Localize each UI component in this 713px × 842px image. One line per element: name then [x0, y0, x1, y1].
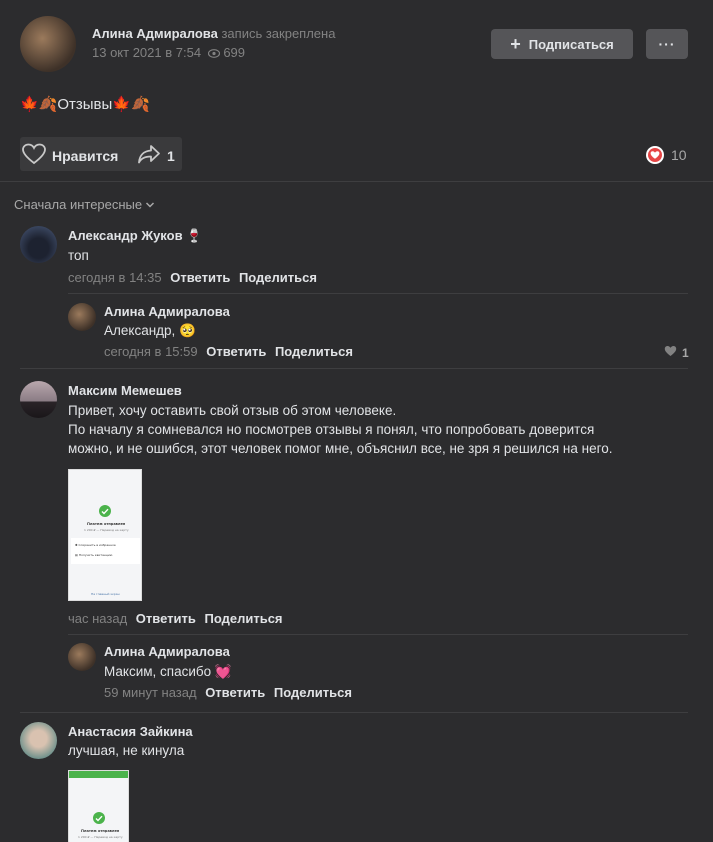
- sort-label: Сначала интересные: [14, 197, 143, 212]
- receipt-icon: ▤: [75, 553, 78, 557]
- reply-divider: [68, 293, 688, 294]
- attachment-subtitle: 1 200 ₽ — Перевод на карту: [84, 528, 129, 532]
- attachment-row-1: ✱ Сохранить в избранное: [75, 543, 116, 547]
- like-label: Нравится: [52, 147, 119, 164]
- reactions-count: 10: [671, 147, 687, 163]
- post-author-line: Алина Адмиралова запись закреплена: [92, 26, 335, 41]
- post-meta: 13 окт 2021 в 7:54 699: [92, 45, 245, 61]
- comment-author-name[interactable]: Анастасия Зайкина: [68, 724, 193, 739]
- comment-footer: час назад Ответить Поделиться: [68, 611, 283, 626]
- plus-icon: +: [510, 34, 521, 54]
- comment-author-line: Александр Жуков 🍷: [68, 228, 202, 244]
- reply-button[interactable]: Ответить: [205, 685, 265, 700]
- subscribe-label: Подписаться: [528, 36, 614, 52]
- reply-time[interactable]: сегодня в 15:59: [104, 344, 198, 359]
- heart-outline-icon: [22, 143, 46, 168]
- more-icon: ···: [658, 36, 676, 52]
- post-divider: [0, 181, 713, 182]
- post-author-name[interactable]: Алина Адмиралова: [92, 26, 218, 41]
- chevron-down-icon: [145, 197, 155, 212]
- more-options-button[interactable]: ···: [646, 29, 688, 59]
- payment-screenshot-attachment[interactable]: Платеж отправлен 1 200 ₽ — Перевод на ка…: [68, 770, 129, 842]
- comment-text-line: Привет, хочу оставить свой отзыв об этом…: [68, 403, 397, 418]
- attachment-row-2-label: Получить квитанцию: [78, 553, 113, 557]
- comment-time[interactable]: сегодня в 14:35: [68, 270, 162, 285]
- comment-divider: [20, 368, 688, 369]
- reply-avatar[interactable]: [68, 303, 96, 331]
- comment-author-name[interactable]: Александр Жуков: [68, 228, 183, 243]
- share-arrow-icon: [137, 143, 161, 168]
- post-date[interactable]: 13 окт 2021 в 7:54: [92, 45, 201, 60]
- comment-text: топ: [68, 248, 89, 263]
- attachment-title: Платеж отправлен: [87, 522, 126, 526]
- payment-screenshot-attachment[interactable]: Платеж отправлен 1 200 ₽ — Перевод на ка…: [68, 469, 142, 601]
- comment-avatar[interactable]: [20, 226, 57, 263]
- wine-emoji: 🍷: [186, 228, 203, 243]
- comment-text-line: можно, и не ошибся, этот человек помог м…: [68, 441, 613, 456]
- comment-text: Привет, хочу оставить свой отзыв об этом…: [68, 401, 613, 458]
- comment-divider: [20, 712, 688, 713]
- share-comment-button[interactable]: Поделиться: [239, 270, 317, 285]
- post-views: 699: [223, 45, 246, 60]
- reply-text: Александр, 🥺: [104, 323, 196, 338]
- sort-dropdown[interactable]: Сначала интересные: [14, 197, 155, 212]
- reply-time[interactable]: 59 минут назад: [104, 685, 197, 700]
- reply-button[interactable]: Ответить: [170, 270, 230, 285]
- comment-footer: сегодня в 14:35 Ответить Поделиться: [68, 270, 317, 285]
- attachment-row-2: ▤ Получить квитанцию: [75, 553, 112, 557]
- post-author-avatar[interactable]: [20, 16, 76, 72]
- comment-avatar[interactable]: [20, 381, 57, 418]
- attachment-row-1-label: Сохранить в избранное: [78, 543, 116, 547]
- attachment-title: Платеж отправлен: [81, 829, 120, 833]
- reply-footer: 59 минут назад Ответить Поделиться: [104, 685, 352, 700]
- comment-text-line: По началу я сомневался но посмотрев отзы…: [68, 422, 595, 437]
- post-text: 🍁🍂Отзывы🍁🍂: [20, 95, 150, 113]
- post-pinned-label: запись закреплена: [221, 26, 336, 41]
- reply-like-count: 1: [682, 345, 689, 360]
- attachment-subtitle: 1 200 ₽ — Перевод на карту: [78, 835, 123, 839]
- share-comment-button[interactable]: Поделиться: [275, 344, 353, 359]
- success-check-icon: [93, 812, 105, 824]
- reply-button[interactable]: Ответить: [136, 611, 196, 626]
- reply-footer: сегодня в 15:59 Ответить Поделиться: [104, 344, 353, 359]
- leaf-emoji-left: 🍁🍂: [20, 96, 58, 113]
- reply-author-name[interactable]: Алина Адмиралова: [104, 644, 230, 659]
- post-text-content: Отзывы: [57, 96, 113, 113]
- comment-author-name[interactable]: Максим Мемешев: [68, 383, 182, 398]
- heart-reaction-icon: [646, 146, 664, 164]
- success-check-icon: [99, 505, 111, 517]
- comment-time[interactable]: час назад: [68, 611, 127, 626]
- reply-like-button[interactable]: 1: [664, 345, 689, 360]
- subscribe-button[interactable]: + Подписаться: [491, 29, 633, 59]
- attachment-actions-card: [71, 538, 140, 564]
- reactions-summary[interactable]: 10: [646, 146, 687, 164]
- share-count: 1: [167, 147, 175, 164]
- heart-icon: [664, 345, 677, 360]
- reply-text: Максим, спасибо 💓: [104, 664, 232, 679]
- attachment-status-bar: [69, 771, 128, 778]
- attachment-footer: На главный экран: [91, 592, 120, 596]
- comment-text: лучшая, не кинула: [68, 743, 185, 758]
- reply-author-name[interactable]: Алина Адмиралова: [104, 304, 230, 319]
- like-button[interactable]: Нравится: [22, 143, 118, 168]
- comment-avatar[interactable]: [20, 722, 57, 759]
- reply-divider: [68, 634, 688, 635]
- share-comment-button[interactable]: Поделиться: [274, 685, 352, 700]
- share-comment-button[interactable]: Поделиться: [204, 611, 282, 626]
- reply-button[interactable]: Ответить: [206, 344, 266, 359]
- share-button[interactable]: 1: [137, 143, 175, 168]
- reply-avatar[interactable]: [68, 643, 96, 671]
- leaf-emoji-right: 🍁🍂: [112, 96, 150, 113]
- eye-icon: [207, 46, 220, 61]
